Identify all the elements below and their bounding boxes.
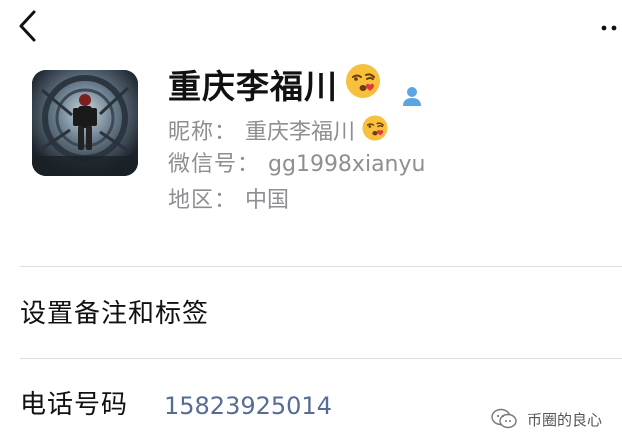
set-remark-and-tags-item[interactable]: 设置备注和标签 (0, 267, 622, 358)
top-bar (0, 0, 622, 48)
region-label: 地区： (168, 188, 238, 213)
kissing-face-emoji-icon (361, 114, 389, 151)
set-remark-and-tags-label: 设置备注和标签 (20, 299, 210, 329)
nickname-row: 昵称： 重庆李福川 (168, 114, 389, 151)
region-value: 中国 (245, 188, 290, 213)
wechat-id-label: 微信号： (168, 152, 261, 177)
watermark: 币圈的良心 (491, 408, 602, 430)
watermark-text: 币圈的良心 (526, 410, 602, 429)
nickname-label: 昵称： (168, 119, 238, 145)
person-icon (400, 75, 424, 106)
phone-number-row: 电话号码 15823925014 (0, 359, 622, 447)
display-name: 重庆李福川 (168, 66, 338, 106)
avatar[interactable] (32, 70, 138, 176)
more-dots-icon (601, 25, 617, 31)
nickname-value: 重庆李福川 (245, 119, 356, 145)
wechat-official-account-icon (491, 408, 517, 429)
chevron-left-icon (19, 10, 36, 42)
back-button[interactable] (14, 8, 42, 44)
kissing-face-emoji-icon (344, 62, 382, 111)
region-row: 地区： 中国 (168, 186, 289, 216)
wechat-id-row: 微信号： gg1998xianyu (168, 150, 425, 180)
avatar-image (32, 70, 138, 176)
more-button[interactable] (600, 18, 618, 31)
phone-number-link[interactable]: 15823925014 (164, 389, 332, 423)
phone-number-label: 电话号码 (20, 390, 129, 420)
display-name-row: 重庆李福川 (168, 62, 424, 111)
wechat-id-value: gg1998xianyu (268, 152, 426, 177)
